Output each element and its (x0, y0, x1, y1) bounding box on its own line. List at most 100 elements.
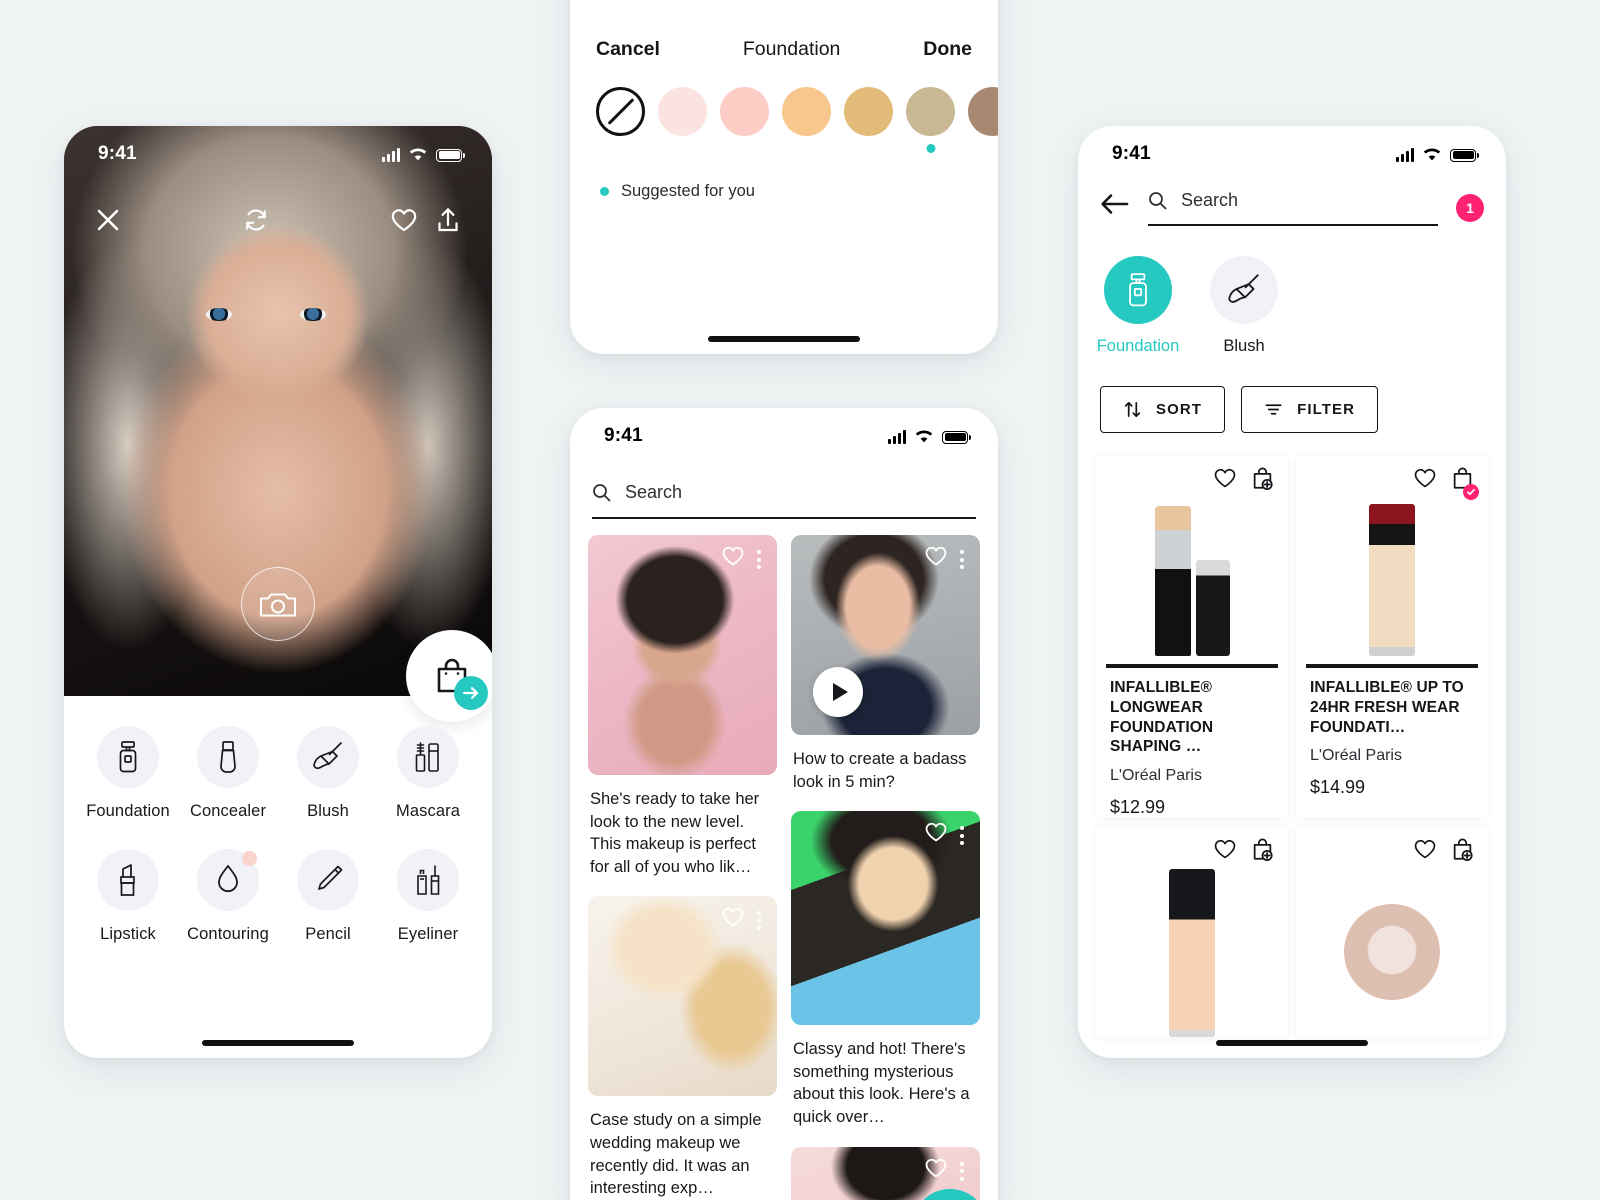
product-card[interactable]: INFALLIBLE® LONGWEAR FOUNDATION SHAPING … (1096, 455, 1288, 819)
heart-icon[interactable] (1413, 838, 1437, 860)
category-mascara[interactable]: Mascara (378, 726, 478, 821)
product-card[interactable]: INFALLIBLE® UP TO 24HR FRESH WEAR FOUNDA… (1296, 455, 1488, 819)
kebab-menu-icon[interactable] (952, 545, 972, 569)
card-overlay-actions (721, 906, 769, 931)
signal-bars-icon (1396, 147, 1414, 162)
feed-card-caption: She's ready to take her look to the new … (590, 790, 760, 876)
home-indicator[interactable] (708, 336, 860, 342)
product-price: $12.99 (1110, 797, 1166, 818)
product-image (1106, 496, 1278, 656)
add-to-bag-icon[interactable] (1251, 838, 1274, 867)
heart-icon[interactable] (1213, 467, 1237, 489)
foundation-bottle-icon (1104, 256, 1172, 324)
close-icon[interactable] (86, 198, 130, 242)
status-bar: 9:41 (570, 408, 998, 454)
feed-card-image[interactable] (791, 1146, 980, 1200)
product-card[interactable] (1296, 826, 1488, 1038)
kebab-menu-icon[interactable] (749, 906, 769, 931)
tab-foundation[interactable]: Foundation (1097, 256, 1179, 356)
kebab-menu-icon[interactable] (749, 545, 769, 569)
arrow-left-icon[interactable] (1100, 192, 1130, 216)
refresh-icon[interactable] (234, 198, 278, 242)
heart-icon[interactable] (382, 198, 426, 242)
feed-masonry: She's ready to take her look to the new … (570, 519, 998, 1200)
home-indicator[interactable] (1216, 1040, 1368, 1046)
shade-swatch-4[interactable] (844, 87, 893, 136)
product-art-cap (1195, 560, 1230, 656)
shade-swatch-row (570, 61, 998, 153)
shade-swatch-5[interactable] (906, 87, 955, 153)
add-to-bag-icon[interactable] (1451, 838, 1474, 867)
category-blush[interactable]: Blush (278, 726, 378, 821)
search-input[interactable]: Search (592, 482, 976, 519)
shade-swatch-3[interactable] (782, 87, 831, 136)
shade-swatch-none[interactable] (596, 87, 645, 136)
sort-button[interactable]: SORT (1100, 386, 1226, 433)
category-pencil[interactable]: Pencil (278, 849, 378, 944)
share-icon[interactable] (426, 198, 470, 242)
tryon-phone-screen: 9:41 Foundation Concealer Blush Mascara … (64, 126, 492, 1058)
in-bag-check-icon[interactable] (1451, 467, 1479, 500)
category-label: Blush (307, 802, 349, 820)
category-lipstick[interactable]: Lipstick (78, 849, 178, 944)
heart-icon[interactable] (721, 545, 745, 567)
shade-swatch-6[interactable] (968, 87, 998, 136)
heart-icon[interactable] (1413, 467, 1437, 489)
cart-count-badge[interactable]: 1 (1456, 194, 1484, 222)
camera-icon[interactable] (241, 567, 315, 641)
heart-icon[interactable] (1213, 838, 1237, 860)
shopping-bag-icon[interactable] (406, 630, 492, 722)
pencil-icon (297, 849, 359, 911)
product-card[interactable] (1096, 826, 1288, 1038)
home-indicator[interactable] (202, 1040, 354, 1046)
category-concealer[interactable]: Concealer (178, 726, 278, 821)
feed-card-video[interactable] (791, 535, 980, 735)
heart-icon[interactable] (924, 545, 948, 567)
kebab-menu-icon[interactable] (952, 821, 972, 846)
product-price: $14.99 (1310, 777, 1366, 798)
category-contouring[interactable]: Contouring (178, 849, 278, 944)
category-label: Pencil (305, 925, 351, 943)
portrait-eye-left (206, 308, 232, 321)
sort-filter-row: SORT FILTER (1078, 356, 1506, 433)
card-overlay-actions (924, 1157, 972, 1181)
category-foundation[interactable]: Foundation (78, 726, 178, 821)
category-eyeliner[interactable]: Eyeliner (378, 849, 478, 944)
cancel-button[interactable]: Cancel (596, 38, 660, 61)
heart-icon[interactable] (924, 821, 948, 843)
shade-swatch-1[interactable] (658, 87, 707, 136)
card-overlay-actions (721, 545, 769, 569)
search-input[interactable]: Search (1148, 190, 1438, 226)
shade-swatch-2[interactable] (720, 87, 769, 136)
done-button[interactable]: Done (923, 38, 972, 61)
feed-card-caption: Case study on a simple wedding makeup we… (590, 1111, 762, 1198)
add-to-bag-icon[interactable] (1251, 467, 1274, 496)
card-actions (1306, 467, 1479, 500)
card-overlay-actions (924, 821, 972, 846)
category-label: Contouring (187, 925, 269, 943)
product-brand: L'Oréal Paris (1310, 747, 1402, 765)
tab-label: Blush (1223, 337, 1265, 355)
category-label: Eyeliner (397, 925, 459, 943)
feed-card-image[interactable] (791, 811, 980, 1026)
contour-drop-icon (197, 849, 259, 911)
feed-card-image[interactable] (588, 535, 777, 775)
kebab-menu-icon[interactable] (952, 1157, 972, 1181)
tab-blush[interactable]: Blush (1206, 256, 1282, 356)
filter-button[interactable]: FILTER (1241, 386, 1379, 433)
teal-accent-blob (912, 1188, 980, 1200)
play-icon[interactable] (813, 667, 863, 717)
tab-label: Foundation (1096, 337, 1180, 355)
feed-card-image[interactable] (588, 896, 777, 1097)
feed-card-caption: How to create a badass look in 5 min? (793, 750, 967, 791)
search-icon (593, 484, 611, 502)
notification-dot (242, 851, 257, 866)
product-list-screen: 9:41 Search 1 Foundation Blush SORT FILT… (1078, 126, 1506, 1058)
heart-icon[interactable] (721, 906, 745, 928)
card-actions (1106, 467, 1278, 496)
arrow-right-icon[interactable] (454, 676, 488, 710)
product-image (1106, 867, 1278, 1038)
eyeliner-icon (397, 849, 459, 911)
blush-brush-icon (1210, 256, 1278, 324)
heart-icon[interactable] (924, 1157, 948, 1179)
